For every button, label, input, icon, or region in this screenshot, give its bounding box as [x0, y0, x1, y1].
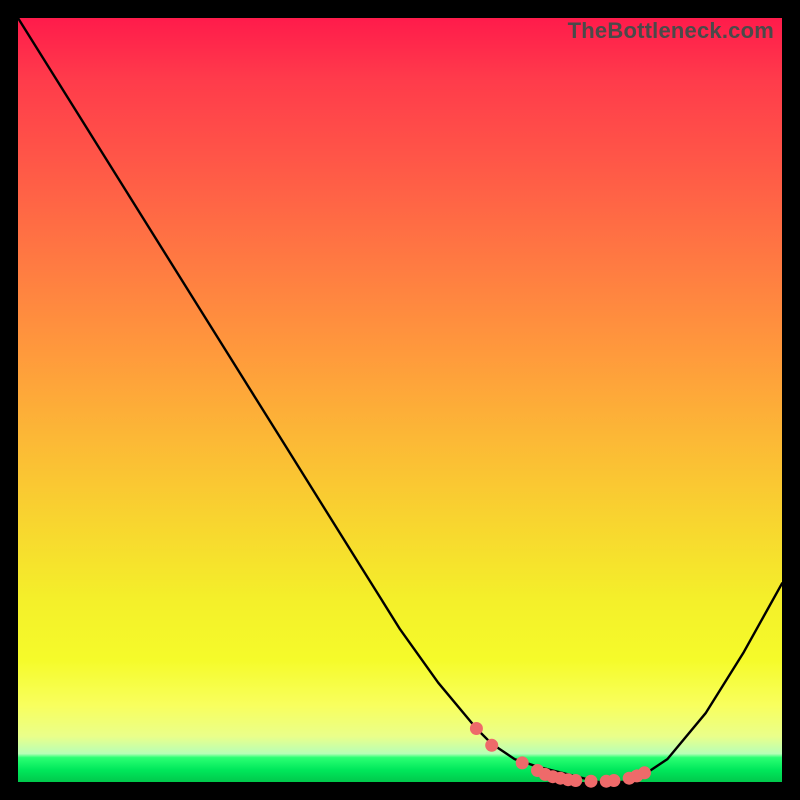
bottleneck-marker — [470, 722, 483, 735]
bottleneck-marker — [585, 775, 598, 788]
bottleneck-marker — [607, 774, 620, 787]
chart-svg — [18, 18, 782, 782]
chart-frame: TheBottleneck.com — [18, 18, 782, 782]
bottleneck-marker — [485, 739, 498, 752]
bottleneck-marker — [638, 766, 651, 779]
watermark-text: TheBottleneck.com — [568, 18, 774, 44]
bottleneck-marker — [569, 774, 582, 787]
bottleneck-marker-group — [470, 722, 651, 788]
bottleneck-curve-line — [18, 18, 782, 782]
bottleneck-marker — [516, 756, 529, 769]
